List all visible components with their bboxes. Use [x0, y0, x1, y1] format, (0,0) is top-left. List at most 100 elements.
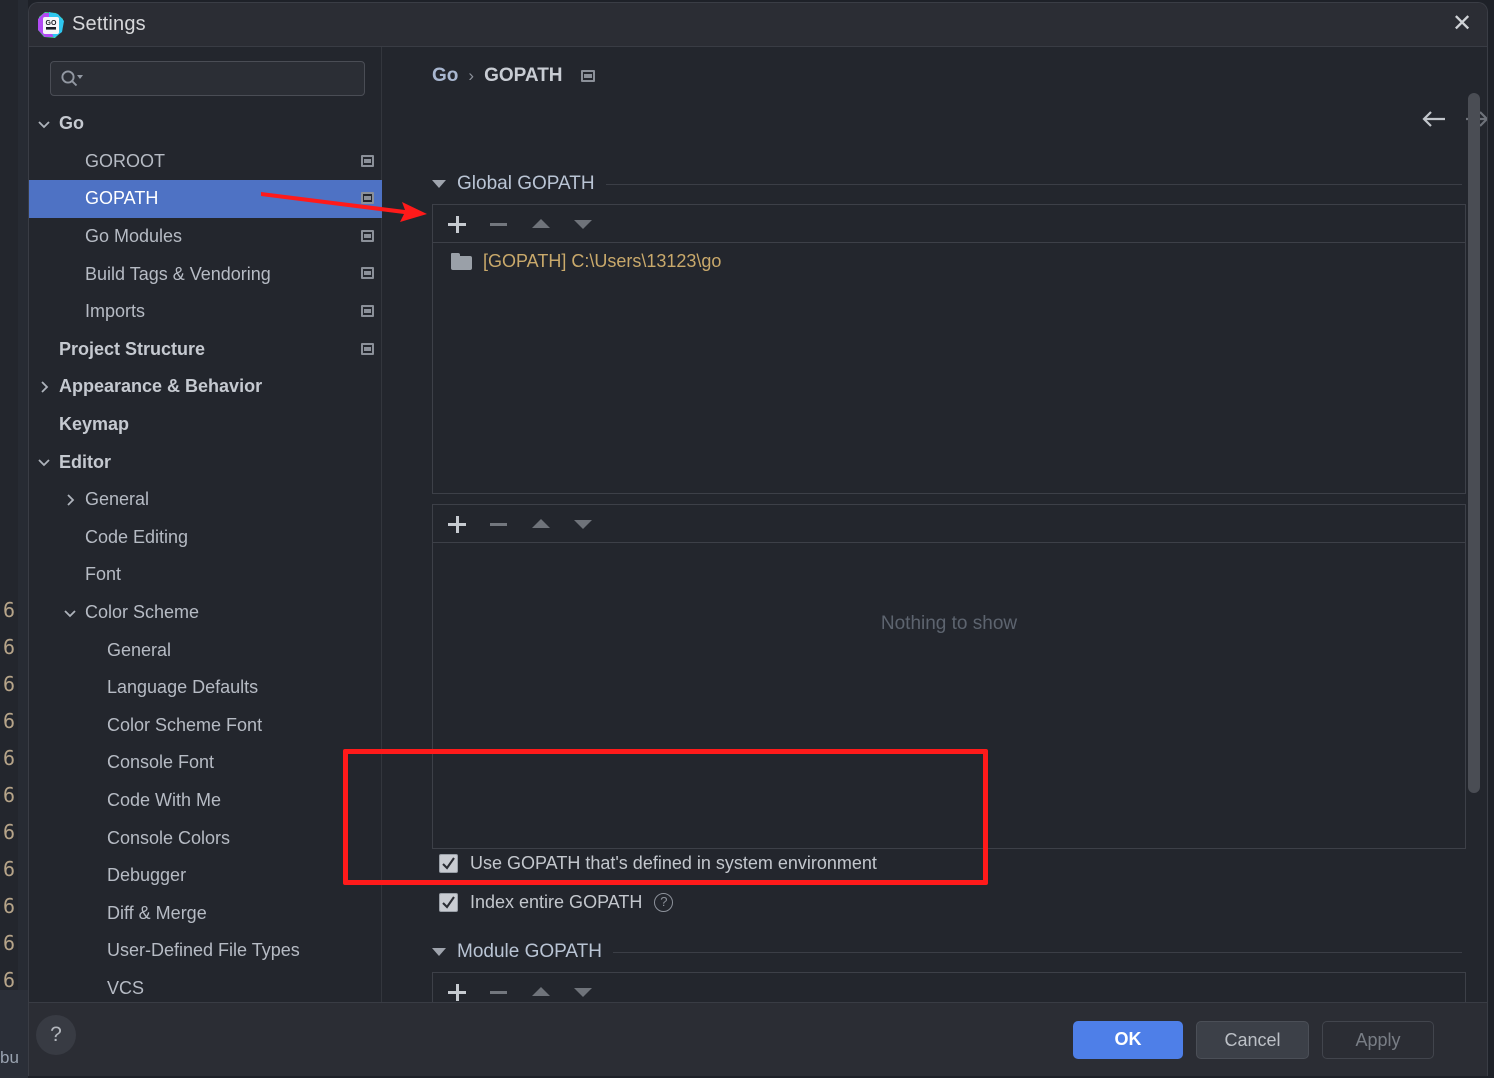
sidebar-item-vcs[interactable]: VCS: [29, 970, 382, 1000]
folder-icon: [451, 253, 472, 270]
section-header-module-gopath[interactable]: Module GOPATH: [432, 941, 1462, 963]
settings-tree[interactable]: Go GOROOT GOPATHGo Modules Build Tags & Ven…: [29, 105, 382, 1000]
chevron-right-icon[interactable]: [63, 493, 77, 507]
sidebar-item-go[interactable]: Go: [29, 105, 382, 143]
checkbox-label: Index entire GOPATH: [470, 892, 642, 913]
close-icon[interactable]: ✕: [1445, 9, 1479, 41]
sidebar-item-label: Diff & Merge: [107, 903, 207, 924]
sidebar-item-user-defined-file-types[interactable]: User-Defined File Types: [29, 932, 382, 970]
sidebar-item-imports[interactable]: Imports: [29, 293, 382, 331]
sidebar-item-diff-merge[interactable]: Diff & Merge: [29, 894, 382, 932]
checkbox-checked-icon: [439, 854, 458, 873]
add-icon[interactable]: [446, 513, 468, 535]
empty-state-label: Nothing to show: [433, 613, 1465, 635]
settings-dialog: GO Settings ✕ GoGOROOTGOPATHGo ModulesBu…: [28, 2, 1488, 1076]
move-down-icon[interactable]: [572, 981, 594, 1003]
project-settings-icon: [361, 230, 374, 242]
project-settings-icon: [361, 155, 374, 167]
move-up-icon[interactable]: [530, 513, 552, 535]
sidebar-item-label: Project Structure: [59, 339, 205, 360]
checkbox-use-system-gopath[interactable]: Use GOPATH that's defined in system envi…: [439, 853, 877, 874]
chevron-down-icon[interactable]: [37, 455, 51, 469]
sidebar-item-label: Console Colors: [107, 828, 230, 849]
remove-icon[interactable]: [488, 213, 510, 235]
sidebar-item-label: General: [107, 640, 171, 661]
checkbox-index-entire-gopath[interactable]: Index entire GOPATH ?: [439, 892, 673, 913]
sidebar-item-color-scheme-font[interactable]: Color Scheme Font: [29, 707, 382, 745]
sidebar-item-label: Appearance & Behavior: [59, 376, 262, 397]
chevron-down-icon: [432, 180, 446, 188]
sidebar-item-code-editing[interactable]: Code Editing: [29, 519, 382, 557]
move-up-icon[interactable]: [530, 213, 552, 235]
global-gopath-toolbar: [433, 205, 1465, 243]
section-title-global-gopath: Global GOPATH: [457, 173, 595, 195]
add-icon[interactable]: [446, 213, 468, 235]
sidebar-item-keymap[interactable]: Keymap: [29, 406, 382, 444]
sidebar-item-label: GOROOT: [85, 151, 165, 172]
remove-icon[interactable]: [488, 981, 510, 1003]
sidebar-item-label: Console Font: [107, 752, 214, 773]
background-line-number: 6: [0, 748, 18, 768]
global-gopath-list: [GOPATH] C:\Users\13123\go: [432, 204, 1466, 494]
move-down-icon[interactable]: [572, 513, 594, 535]
sidebar-item-font[interactable]: Font: [29, 556, 382, 594]
sidebar-item-debugger[interactable]: Debugger: [29, 857, 382, 895]
ok-button[interactable]: OK: [1073, 1021, 1183, 1059]
sidebar-item-language-defaults[interactable]: Language Defaults: [29, 669, 382, 707]
search-input[interactable]: [89, 62, 359, 95]
remove-icon[interactable]: [488, 513, 510, 535]
sidebar-item-project-structure[interactable]: Project Structure: [29, 331, 382, 369]
sidebar-item-label: Language Defaults: [107, 677, 258, 698]
background-line-number: 6: [0, 896, 18, 916]
search-field[interactable]: [50, 61, 365, 96]
apply-button[interactable]: Apply: [1322, 1021, 1434, 1059]
project-settings-icon: [361, 267, 374, 279]
sidebar-item-editor[interactable]: Editor: [29, 443, 382, 481]
chevron-down-icon: [432, 948, 446, 956]
sidebar-item-gopath[interactable]: GOPATH: [29, 180, 382, 218]
sidebar-item-color-scheme[interactable]: Color Scheme: [29, 594, 382, 632]
sidebar-item-label: Code With Me: [107, 790, 221, 811]
arrow-left-icon[interactable]: [1418, 105, 1452, 133]
sidebar-item-console-font[interactable]: Console Font: [29, 744, 382, 782]
sidebar-item-console-colors[interactable]: Console Colors: [29, 819, 382, 857]
sidebar-item-build-tags-vendoring[interactable]: Build Tags & Vendoring: [29, 255, 382, 293]
main-scrollbar[interactable]: [1468, 93, 1480, 793]
sidebar-item-goroot[interactable]: GOROOT: [29, 143, 382, 181]
move-up-icon[interactable]: [530, 981, 552, 1003]
sidebar-item-label: Code Editing: [85, 527, 188, 548]
project-gopath-list: Nothing to show: [432, 504, 1466, 849]
sidebar-item-label: VCS: [107, 978, 144, 999]
section-header-global-gopath[interactable]: Global GOPATH: [432, 173, 1462, 195]
add-icon[interactable]: [446, 981, 468, 1003]
breadcrumb-current: GOPATH: [484, 65, 562, 87]
sidebar-item-general[interactable]: General: [29, 481, 382, 519]
sidebar-item-label: User-Defined File Types: [107, 940, 300, 961]
move-down-icon[interactable]: [572, 213, 594, 235]
chevron-right-icon[interactable]: [37, 380, 51, 394]
background-line-number: 6: [0, 933, 18, 953]
cancel-button[interactable]: Cancel: [1196, 1021, 1309, 1059]
section-rule: [606, 184, 1462, 185]
sidebar-item-label: Build Tags & Vendoring: [85, 264, 271, 285]
project-settings-icon: [361, 343, 374, 355]
breadcrumb-separator: ›: [468, 66, 474, 86]
project-settings-icon: [361, 192, 374, 204]
sidebar-item-label: Color Scheme Font: [107, 715, 262, 736]
breadcrumb-root[interactable]: Go: [432, 65, 458, 87]
sidebar-item-code-with-me[interactable]: Code With Me: [29, 782, 382, 820]
dialog-titlebar: GO Settings ✕: [29, 3, 1488, 47]
dialog-content: GoGOROOTGOPATHGo ModulesBuild Tags & Ven…: [29, 47, 1488, 1002]
background-line-number: 6: [0, 785, 18, 805]
help-button[interactable]: ?: [36, 1015, 76, 1055]
sidebar-item-appearance-behavior[interactable]: Appearance & Behavior: [29, 368, 382, 406]
sidebar-item-label: Keymap: [59, 414, 129, 435]
section-rule: [613, 952, 1462, 953]
list-item[interactable]: [GOPATH] C:\Users\13123\go: [434, 244, 1466, 278]
chevron-down-icon[interactable]: [37, 117, 51, 131]
sidebar-item-go-modules[interactable]: Go Modules: [29, 218, 382, 256]
chevron-down-icon[interactable]: [63, 606, 77, 620]
help-circle-icon[interactable]: ?: [654, 893, 673, 912]
sidebar-item-general[interactable]: General: [29, 631, 382, 669]
project-settings-icon: [361, 305, 374, 317]
